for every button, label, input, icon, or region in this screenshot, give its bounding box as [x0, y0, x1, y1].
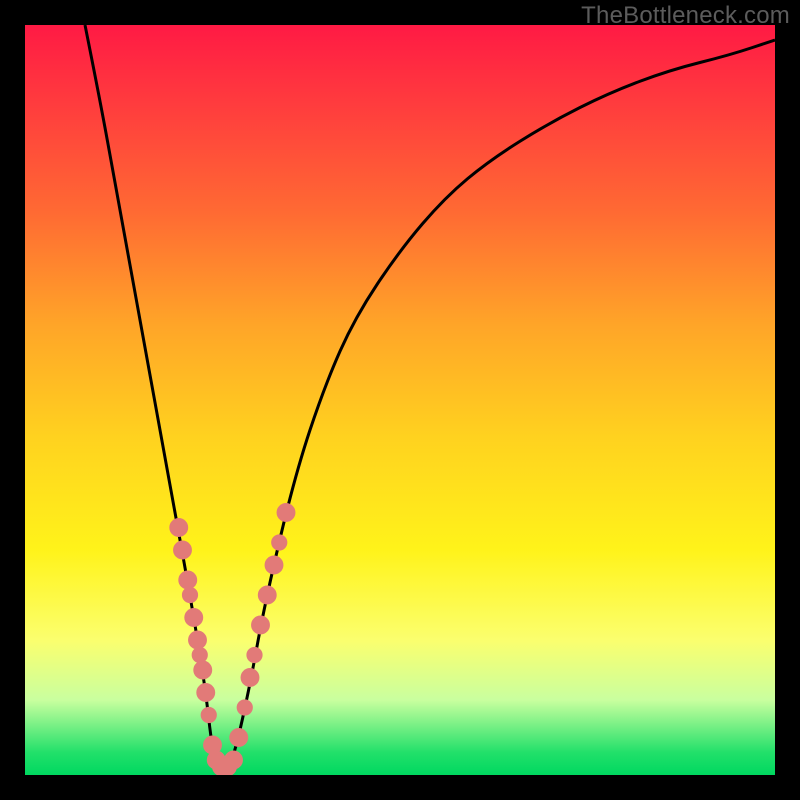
data-marker [192, 647, 208, 663]
data-marker [271, 534, 287, 550]
data-marker [178, 571, 197, 590]
chart-svg [25, 25, 775, 775]
data-marker [229, 728, 248, 747]
data-marker [246, 647, 262, 663]
data-marker [193, 661, 212, 680]
data-marker [201, 707, 217, 723]
data-marker [277, 503, 296, 522]
chart-area [25, 25, 775, 775]
data-marker [241, 668, 260, 687]
data-marker [258, 586, 277, 605]
data-marker [251, 616, 270, 635]
bottleneck-curve [85, 25, 775, 768]
marker-group [169, 503, 295, 775]
data-marker [196, 683, 215, 702]
data-marker [265, 556, 284, 575]
data-marker [224, 751, 243, 770]
data-marker [182, 587, 198, 603]
data-marker [184, 608, 203, 627]
data-marker [173, 541, 192, 560]
data-marker [169, 518, 188, 537]
data-marker [237, 699, 253, 715]
data-marker [188, 631, 207, 650]
